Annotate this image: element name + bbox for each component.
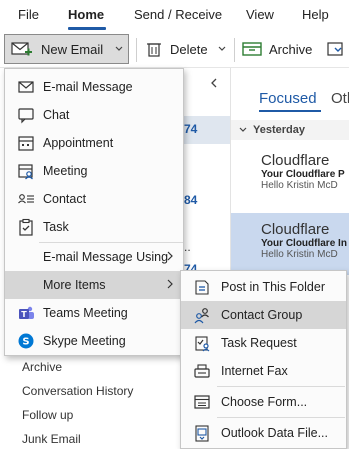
group-header-label: Yesterday bbox=[253, 124, 305, 136]
chevron-down-icon bbox=[115, 46, 123, 51]
ribbon-tabs: File Home Send / Receive View Help bbox=[0, 0, 349, 32]
new-email-label: New Email bbox=[41, 41, 104, 57]
mail-sender: Cloudflare bbox=[261, 221, 330, 238]
contact-group-icon bbox=[194, 308, 209, 324]
nav-folder-junk-email[interactable]: Junk Email bbox=[22, 432, 81, 446]
folder-count: 84 bbox=[184, 193, 198, 207]
mail-item[interactable]: Cloudflare Your Cloudflare P Hello Krist… bbox=[231, 146, 349, 206]
menu-item-skype-meeting[interactable]: S Skype Meeting bbox=[5, 327, 183, 355]
menu-item-label: Contact Group bbox=[221, 308, 303, 322]
svg-text:S: S bbox=[22, 337, 29, 348]
menu-item-post-in-folder[interactable]: Post in This Folder bbox=[181, 273, 346, 301]
menu-item-task-request[interactable]: Task Request bbox=[181, 329, 346, 357]
nav-folder-conversation-history[interactable]: Conversation History bbox=[22, 384, 133, 398]
new-email-button[interactable]: New Email bbox=[4, 34, 129, 64]
menu-item-contact-group[interactable]: Contact Group bbox=[181, 301, 346, 329]
menu-item-label: Internet Fax bbox=[221, 364, 288, 378]
chevron-right-icon bbox=[167, 279, 173, 289]
mail-subject: Your Cloudflare P bbox=[261, 169, 345, 180]
menu-item-label: Meeting bbox=[43, 164, 88, 178]
menu-item-email-message[interactable]: E-mail Message bbox=[5, 73, 183, 101]
calendar-icon bbox=[18, 136, 34, 151]
menu-item-label: E-mail Message Using bbox=[43, 250, 169, 264]
new-email-icon bbox=[11, 42, 32, 56]
nav-folder-archive[interactable]: Archive bbox=[22, 360, 62, 374]
move-button[interactable] bbox=[326, 34, 346, 64]
menu-item-outlook-data-file[interactable]: Outlook Data File... bbox=[181, 419, 346, 447]
menu-item-label: Task Request bbox=[221, 336, 297, 350]
menu-separator bbox=[217, 386, 345, 387]
ribbon-toolbar: New Email Delete Archive bbox=[0, 32, 349, 68]
menu-item-more-items[interactable]: More Items bbox=[5, 271, 183, 299]
menu-item-label: Appointment bbox=[43, 136, 114, 150]
fax-icon bbox=[194, 364, 210, 378]
tab-home[interactable]: Home bbox=[68, 7, 104, 22]
active-tab-underline bbox=[68, 27, 106, 30]
archive-label: Archive bbox=[269, 41, 313, 57]
menu-item-label: Choose Form... bbox=[221, 395, 308, 409]
menu-separator bbox=[217, 417, 345, 418]
menu-item-meeting[interactable]: Meeting bbox=[5, 157, 183, 185]
move-to-folder-icon bbox=[327, 42, 343, 56]
post-icon bbox=[195, 280, 209, 295]
tab-focused[interactable]: Focused bbox=[259, 90, 317, 107]
tab-file[interactable]: File bbox=[18, 7, 39, 22]
menu-item-label: Task bbox=[43, 220, 69, 234]
archive-button[interactable]: Archive bbox=[242, 34, 312, 64]
menu-item-chat[interactable]: Chat bbox=[5, 101, 183, 129]
menu-item-contact[interactable]: Contact bbox=[5, 185, 183, 213]
skype-icon: S bbox=[18, 333, 34, 349]
folder-count: 74 bbox=[184, 122, 198, 136]
menu-item-label: Contact bbox=[43, 192, 87, 206]
menu-item-label: Teams Meeting bbox=[43, 306, 128, 320]
mail-preview: Hello Kristin McD bbox=[261, 180, 338, 191]
menu-item-email-message-using[interactable]: E-mail Message Using bbox=[5, 243, 183, 271]
menu-item-label: Chat bbox=[43, 108, 70, 122]
focused-underline bbox=[259, 110, 321, 112]
mail-subject: Your Cloudflare In bbox=[261, 238, 347, 249]
task-clipboard-icon bbox=[19, 218, 33, 236]
chevron-down-icon bbox=[239, 127, 247, 132]
menu-item-label: Post in This Folder bbox=[221, 280, 325, 294]
ellipsis-text: .. bbox=[184, 240, 191, 254]
meeting-icon bbox=[18, 164, 33, 180]
menu-item-teams-meeting[interactable]: T Teams Meeting bbox=[5, 299, 183, 327]
delete-label: Delete bbox=[170, 41, 208, 57]
mail-item[interactable]: Cloudflare Your Cloudflare In Hello Kris… bbox=[231, 213, 349, 275]
tab-view[interactable]: View bbox=[246, 7, 274, 22]
menu-item-task[interactable]: Task bbox=[5, 213, 183, 241]
envelope-icon bbox=[18, 81, 34, 93]
toolbar-divider bbox=[136, 38, 137, 62]
tab-send-receive[interactable]: Send / Receive bbox=[134, 7, 222, 22]
menu-item-label: E-mail Message bbox=[43, 80, 133, 94]
trash-icon bbox=[147, 43, 161, 57]
contact-card-icon bbox=[18, 194, 34, 204]
chevron-down-icon bbox=[218, 46, 226, 51]
toolbar-divider bbox=[234, 38, 235, 62]
new-items-menu: E-mail Message Chat Appointment Meeting … bbox=[4, 68, 184, 356]
chevron-right-icon bbox=[167, 251, 173, 261]
tab-help[interactable]: Help bbox=[302, 7, 329, 22]
data-file-icon bbox=[195, 425, 209, 442]
teams-icon: T bbox=[19, 306, 34, 319]
archive-icon bbox=[242, 42, 262, 56]
form-icon bbox=[194, 395, 210, 409]
menu-item-label: More Items bbox=[43, 278, 106, 292]
nav-folder-follow-up[interactable]: Follow up bbox=[22, 408, 73, 422]
chat-icon bbox=[18, 108, 34, 124]
more-items-submenu: Post in This Folder Contact Group Task R… bbox=[180, 270, 347, 449]
menu-item-internet-fax[interactable]: Internet Fax bbox=[181, 357, 346, 385]
svg-text:T: T bbox=[21, 310, 27, 319]
menu-item-label: Skype Meeting bbox=[43, 334, 126, 348]
menu-item-label: Outlook Data File... bbox=[221, 426, 328, 440]
group-header[interactable]: Yesterday bbox=[231, 120, 349, 140]
task-request-icon bbox=[195, 336, 210, 352]
mail-preview: Hello Kristin McD bbox=[261, 249, 338, 260]
collapse-chevron-icon[interactable] bbox=[210, 78, 218, 88]
menu-item-appointment[interactable]: Appointment bbox=[5, 129, 183, 157]
menu-item-choose-form[interactable]: Choose Form... bbox=[181, 388, 346, 416]
tab-other[interactable]: Oth bbox=[331, 90, 349, 107]
mail-sender: Cloudflare bbox=[261, 152, 330, 169]
delete-button[interactable]: Delete bbox=[146, 34, 226, 64]
